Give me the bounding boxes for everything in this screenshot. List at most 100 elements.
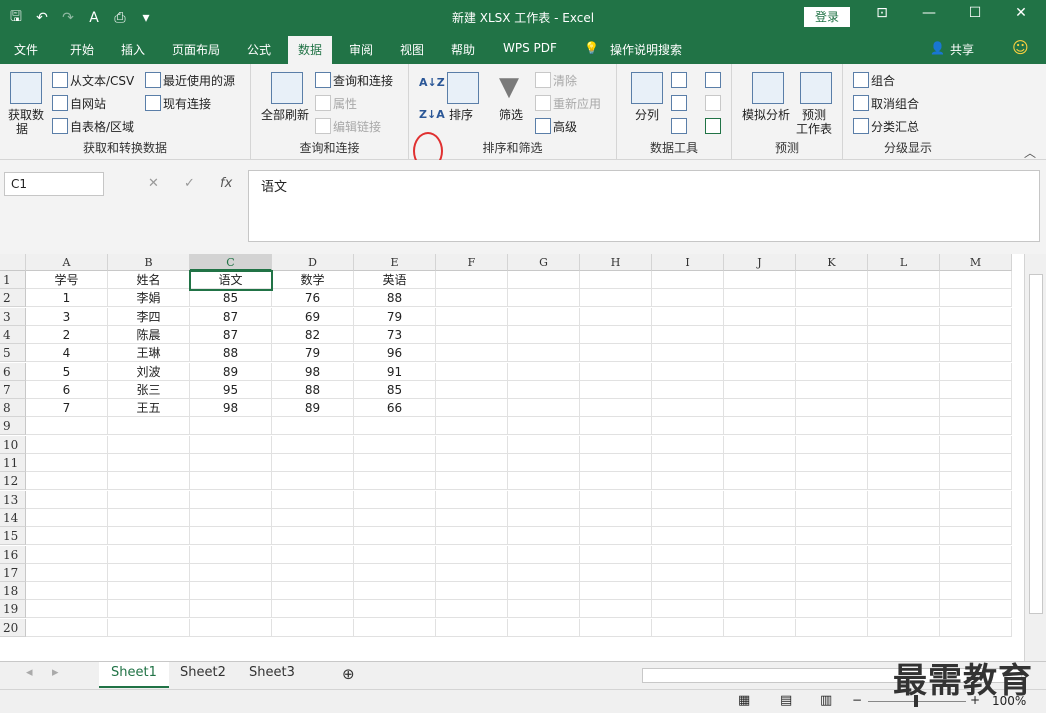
empty-cell[interactable]	[652, 563, 724, 582]
empty-cell[interactable]	[272, 545, 354, 564]
empty-cell[interactable]	[508, 472, 580, 491]
empty-cell[interactable]	[108, 454, 190, 472]
empty-cell[interactable]	[26, 545, 108, 564]
add-sheet-icon[interactable]: ⊕	[330, 662, 367, 688]
table-cell[interactable]: 李娟	[108, 289, 190, 308]
empty-cell[interactable]	[652, 508, 724, 527]
close-icon[interactable]: ✕	[1006, 5, 1036, 21]
tell-me-search[interactable]: 操作说明搜索	[610, 41, 682, 58]
row-header-4[interactable]: 4	[0, 325, 26, 344]
row-header-14[interactable]: 14	[0, 508, 26, 527]
column-header-G[interactable]: G	[508, 254, 580, 271]
empty-cell[interactable]	[272, 508, 354, 527]
empty-cell[interactable]	[354, 508, 436, 527]
empty-cell[interactable]	[508, 271, 580, 289]
edit-links-button[interactable]: 编辑链接	[315, 118, 381, 135]
empty-cell[interactable]	[508, 600, 580, 619]
empty-cell[interactable]	[724, 508, 796, 527]
empty-cell[interactable]	[436, 472, 508, 491]
empty-cell[interactable]	[26, 454, 108, 472]
empty-cell[interactable]	[724, 399, 796, 418]
empty-cell[interactable]	[724, 271, 796, 289]
row-header-20[interactable]: 20	[0, 618, 26, 637]
empty-cell[interactable]	[724, 362, 796, 381]
header-cell[interactable]: 数学	[272, 271, 354, 289]
empty-cell[interactable]	[580, 271, 652, 289]
empty-cell[interactable]	[26, 582, 108, 601]
empty-cell[interactable]	[190, 600, 272, 619]
get-data-button-line2[interactable]: 据	[16, 120, 28, 137]
empty-cell[interactable]	[940, 563, 1012, 582]
empty-cell[interactable]	[580, 344, 652, 363]
next-sheet-icon[interactable]: ▸	[40, 662, 71, 688]
empty-cell[interactable]	[940, 325, 1012, 344]
empty-cell[interactable]	[354, 582, 436, 601]
empty-cell[interactable]	[868, 508, 940, 527]
table-cell[interactable]: 85	[354, 380, 436, 399]
empty-cell[interactable]	[724, 490, 796, 509]
empty-cell[interactable]	[868, 527, 940, 546]
table-cell[interactable]: 88	[354, 289, 436, 308]
subtotal-button[interactable]: 分类汇总	[853, 118, 919, 135]
what-if-button[interactable]: 模拟分析	[742, 106, 790, 123]
table-cell[interactable]: 4	[26, 344, 108, 363]
empty-cell[interactable]	[272, 618, 354, 637]
empty-cell[interactable]	[108, 600, 190, 619]
empty-cell[interactable]	[652, 417, 724, 436]
empty-cell[interactable]	[436, 600, 508, 619]
table-cell[interactable]: 王琳	[108, 344, 190, 363]
empty-cell[interactable]	[724, 545, 796, 564]
empty-cell[interactable]	[580, 527, 652, 546]
empty-cell[interactable]	[940, 527, 1012, 546]
empty-cell[interactable]	[26, 417, 108, 436]
flash-fill-icon[interactable]	[671, 72, 687, 88]
row-header-15[interactable]: 15	[0, 527, 26, 546]
empty-cell[interactable]	[580, 508, 652, 527]
empty-cell[interactable]	[354, 563, 436, 582]
empty-cell[interactable]	[580, 380, 652, 399]
empty-cell[interactable]	[652, 307, 724, 326]
table-cell[interactable]: 89	[190, 362, 272, 381]
empty-cell[interactable]	[436, 362, 508, 381]
empty-cell[interactable]	[940, 271, 1012, 289]
maximize-icon[interactable]: ☐	[960, 5, 990, 21]
relationships-icon[interactable]	[705, 95, 721, 111]
data-model-icon[interactable]	[705, 118, 721, 134]
row-header-1[interactable]: 1	[0, 271, 26, 289]
empty-cell[interactable]	[580, 490, 652, 509]
header-cell[interactable]: 姓名	[108, 271, 190, 289]
empty-cell[interactable]	[724, 582, 796, 601]
empty-cell[interactable]	[652, 435, 724, 454]
tab-formulas[interactable]: 公式	[247, 41, 271, 58]
empty-cell[interactable]	[26, 527, 108, 546]
tab-help[interactable]: 帮助	[451, 41, 475, 58]
zoom-out-icon[interactable]: −	[852, 693, 862, 707]
sort-button[interactable]: 排序	[449, 106, 473, 123]
empty-cell[interactable]	[436, 417, 508, 436]
empty-cell[interactable]	[796, 289, 868, 308]
tab-review[interactable]: 审阅	[349, 41, 373, 58]
table-cell[interactable]: 6	[26, 380, 108, 399]
smiley-feedback-icon[interactable]: ☺	[1012, 38, 1029, 57]
empty-cell[interactable]	[190, 618, 272, 637]
row-header-16[interactable]: 16	[0, 545, 26, 564]
row-header-11[interactable]: 11	[0, 454, 26, 472]
insert-function-icon[interactable]: fx	[220, 176, 232, 191]
ribbon-display-icon[interactable]: ⊡	[867, 5, 897, 21]
text-to-columns-button[interactable]: 分列	[635, 106, 659, 123]
empty-cell[interactable]	[724, 600, 796, 619]
table-cell[interactable]: 76	[272, 289, 354, 308]
table-cell[interactable]: 88	[272, 380, 354, 399]
ungroup-button[interactable]: 取消组合	[853, 95, 919, 112]
recent-sources-button[interactable]: 最近使用的源	[145, 72, 235, 89]
empty-cell[interactable]	[724, 563, 796, 582]
empty-cell[interactable]	[580, 289, 652, 308]
empty-cell[interactable]	[108, 417, 190, 436]
empty-cell[interactable]	[26, 600, 108, 619]
table-cell[interactable]: 73	[354, 325, 436, 344]
empty-cell[interactable]	[508, 545, 580, 564]
tab-wps-pdf[interactable]: WPS PDF	[503, 41, 557, 55]
empty-cell[interactable]	[508, 344, 580, 363]
row-header-8[interactable]: 8	[0, 399, 26, 418]
consolidate-icon[interactable]	[705, 72, 721, 88]
